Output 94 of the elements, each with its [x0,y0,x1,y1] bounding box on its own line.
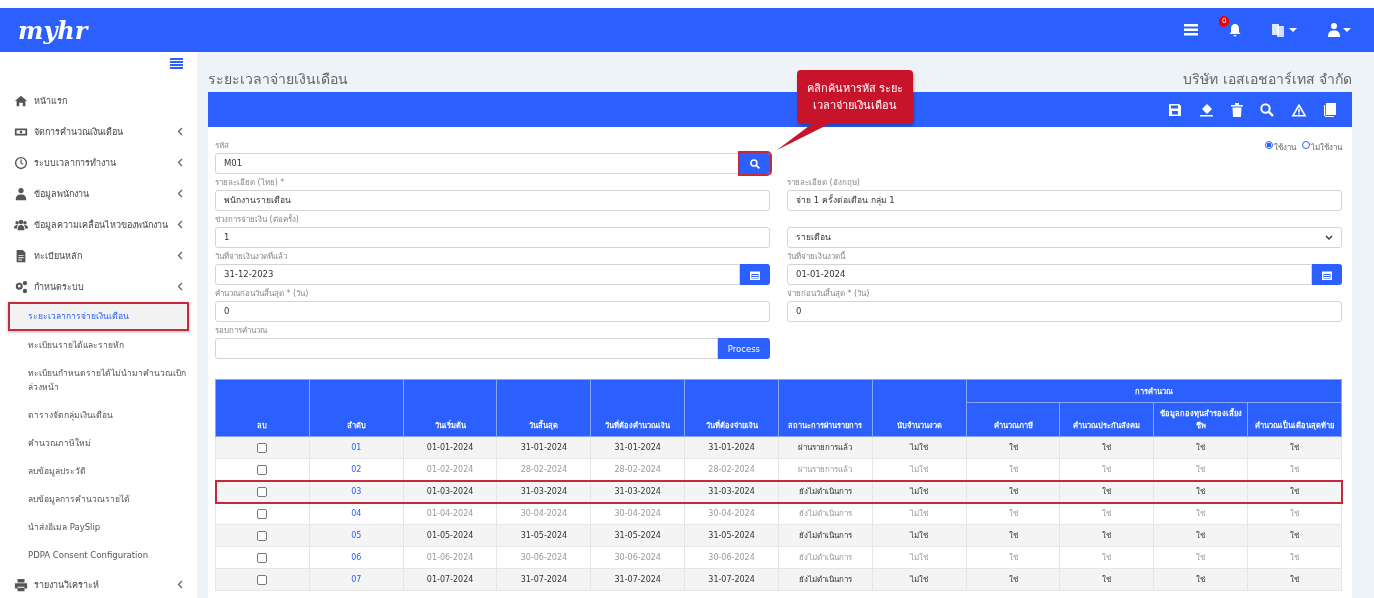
field-label: วันที่จ่ายเงินงวดที่แล้ว [215,250,288,263]
checkbox[interactable] [257,530,268,541]
table-cell: ยังไม่ดำเนินการ [778,480,873,503]
field-label: รายละเอียด (อังกฤษ) [787,177,861,189]
menu-item-icon [14,217,28,232]
field-label: รอบการคำนวณ [215,325,268,337]
sidebar-item[interactable]: ข้อมูลความเคลื่อนไหวของพนักงาน [0,209,197,240]
sidebar-item[interactable]: กำหนดระบบ [0,271,197,302]
save-icon[interactable] [1168,102,1182,117]
sidebar-subitem[interactable]: ทะเบียนกำหนดรายได้ไม่นำมาคำนวณเบิกล่วงหน้า [0,359,197,401]
sidebar-item[interactable]: จัดการคำนวณเงินเดือน [0,116,197,147]
copy-icon[interactable] [1324,102,1336,117]
sidebar-subitem[interactable]: ตารางจัดกลุ่มเงินเดือน [0,401,197,429]
menu-item-icon [14,279,28,294]
search-button[interactable] [740,153,770,174]
sidebar-subitem[interactable]: นำส่งอีเมล PaySlip [0,513,197,541]
sidebar-item[interactable]: รายงานวิเคราะห์ [0,569,197,598]
checkbox[interactable] [257,508,268,519]
radio-circle[interactable] [1302,141,1310,149]
date-field[interactable]: 01-01-2024 [787,264,1312,285]
chevron-left-icon [177,127,183,136]
table-cell: 31-03-2024 [684,480,779,503]
warning-icon[interactable] [1291,102,1307,117]
text-field[interactable]: จ่าย 1 ครั้งต่อเดือน กลุ่ม 1 [787,190,1342,211]
field-label: รายละเอียด (ไทย) * [215,177,286,189]
user-menu-icon[interactable] [1328,23,1352,37]
chevron-left-icon [177,282,183,291]
field-label: วันที่จ่ายเงินงวดนี้ [787,250,847,263]
checkbox[interactable] [257,464,268,475]
chevron-down-icon [1325,235,1333,240]
sidebar-subitem[interactable]: ลบข้อมูลประวัติ [0,457,197,485]
list-icon[interactable] [1184,24,1198,36]
search-icon[interactable] [1260,102,1274,117]
menu-item-icon [14,248,28,263]
checkbox[interactable] [257,574,268,585]
sidebar-item[interactable]: ข้อมูลพนักงาน [0,178,197,209]
sidebar-subitem[interactable]: ลบข้อมูลการคำนวณรายได้ [0,485,197,513]
menu-item-icon [14,577,28,592]
table-cell: 31-03-2024 [497,480,591,503]
table-cell: ใช่ [966,480,1060,503]
sidebar-subitem[interactable]: ระยะเวลาการจ่ายเงินเดือน [8,302,189,331]
table-cell: ใช่ [1153,480,1248,503]
sidebar-subitem[interactable]: คำนวณภาษีใหม่ [0,429,197,457]
page-title: ระยะเวลาจ่ายเงินเดือน [208,70,348,89]
checkbox[interactable] [257,442,268,453]
menu-item-icon [14,186,28,201]
trash-icon[interactable] [1231,102,1243,117]
number-field[interactable]: 0 [787,301,1342,322]
menu-item-icon [14,155,28,170]
field-label: ช่วงการจ่ายเงิน (ต่อครั้ง) [215,213,300,226]
language-icon[interactable] [1272,23,1298,37]
logo[interactable]: myhr [18,15,88,45]
status-radio[interactable]: ไม่ใช้งาน [1302,141,1342,155]
field-label: รหัส [215,140,230,152]
calendar-button[interactable] [1312,264,1342,285]
menu-item-icon [14,93,28,108]
sidebar-subitem[interactable]: PDPA Consent Configuration [0,541,197,569]
code-field[interactable]: M01 [215,153,740,174]
calendar-icon [1322,269,1332,280]
period-select[interactable]: รายเดือน [787,227,1342,248]
chevron-left-icon [177,158,183,167]
company-name: บริษัท เอสเอชอาร์เทส จำกัด [1183,70,1352,89]
table-cell: 01-03-2024 [403,480,497,503]
radio-circle[interactable] [1265,141,1273,149]
field-label: จ่ายก่อนวันสิ้นสุด * (วัน) [787,287,871,300]
field-label: คำนวณก่อนวันสิ้นสุด * (วัน) [215,287,310,300]
sidebar-item[interactable]: ทะเบียนหลัก [0,240,197,271]
chevron-left-icon [177,220,183,229]
menu-icon[interactable] [170,58,183,69]
chevron-left-icon [177,189,183,198]
chevron-left-icon [177,580,183,589]
date-field[interactable]: 31-12-2023 [215,264,740,285]
checkbox[interactable] [257,486,268,497]
bell-icon[interactable] [1228,23,1242,37]
sidebar-item[interactable]: ระบบเวลาการทำงาน [0,147,197,178]
status-radio[interactable]: ใช้งาน [1265,141,1296,155]
table-cell: 31-03-2024 [590,480,685,503]
number-field[interactable]: 0 [215,301,770,322]
table-cell: ใช่ [1247,480,1342,503]
text-field[interactable]: 1 [215,227,770,248]
calendar-button[interactable] [740,264,770,285]
search-icon [750,158,760,169]
cycle-field[interactable] [215,338,718,359]
text-field[interactable]: พนักงานรายเดือน [215,190,770,211]
checkbox[interactable] [257,552,268,563]
row-link[interactable]: 03 [309,480,404,503]
table-cell: ไม่ใช่ [872,480,967,503]
process-button[interactable]: Process [717,338,770,359]
calendar-icon [750,269,760,280]
eraser-icon[interactable] [1199,102,1214,117]
sidebar-item[interactable]: หน้าแรก [0,85,197,116]
table-cell: ใช่ [1059,480,1154,503]
sidebar-subitem[interactable]: ทะเบียนรายได้และรายหัก [0,331,197,359]
chevron-left-icon [177,251,183,260]
